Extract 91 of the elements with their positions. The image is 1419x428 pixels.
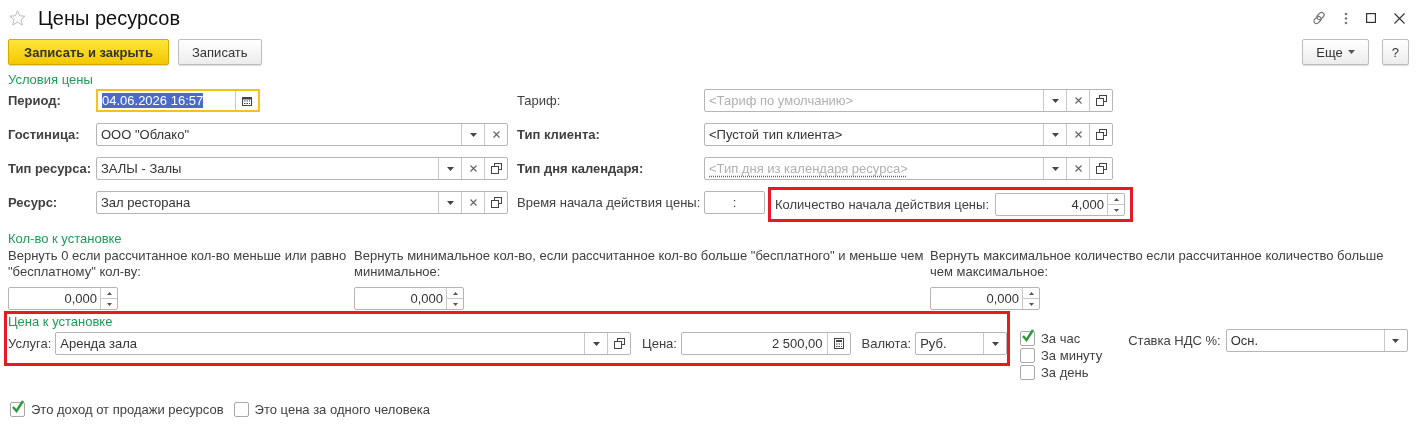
field-label: Гостиница: — [8, 127, 81, 142]
field-label: Услуга: — [8, 336, 52, 351]
close-icon — [1074, 165, 1082, 172]
select-field[interactable]: Аренда зала — [55, 332, 632, 355]
window-icon — [490, 197, 502, 208]
down-arrow-icon — [106, 302, 112, 306]
decrement-button[interactable] — [101, 298, 117, 309]
number-field[interactable]: 0,000 — [8, 287, 118, 310]
section-title: Условия цены — [8, 72, 94, 89]
up-arrow-icon — [1028, 291, 1034, 295]
time-field[interactable]: : — [704, 191, 765, 214]
window-icon — [613, 338, 625, 349]
field-label: Ресурс: — [8, 195, 59, 210]
section-title: Цена к установке — [8, 314, 114, 331]
maximize-icon[interactable] — [1366, 13, 1376, 23]
up-arrow-icon — [1113, 197, 1119, 201]
checkbox[interactable] — [1020, 331, 1035, 346]
caret-icon — [991, 341, 999, 346]
number-field[interactable]: 4,000 — [995, 193, 1125, 216]
field-label: Тип клиента: — [517, 127, 601, 142]
decrement-button[interactable] — [447, 298, 463, 309]
close-icon[interactable] — [1394, 12, 1405, 24]
field-label: Тип дня календаря: — [517, 161, 645, 176]
decrement-button[interactable] — [1023, 298, 1039, 309]
up-arrow-icon — [106, 291, 112, 295]
field-label: Вернуть максимальное количество если рассчитанное количество больше чем максимальное: — [930, 248, 1385, 281]
caret-icon — [592, 341, 600, 346]
save-close-button[interactable]: Записать и закрыть — [8, 39, 169, 65]
caret-icon — [1051, 166, 1059, 171]
select-field[interactable]: <Пустой тип клиента> — [704, 123, 1113, 146]
close-icon — [469, 165, 477, 172]
checkbox[interactable] — [1020, 348, 1035, 363]
field-label: Валюта: — [861, 336, 912, 351]
calculator-icon — [833, 338, 844, 349]
check-icon — [1021, 329, 1035, 343]
field-label: Вернуть 0 если рассчитанное кол-во меньше или равно "бесплатному" кол-ву: — [8, 248, 348, 281]
caret-icon — [1051, 98, 1059, 103]
down-arrow-icon — [1113, 208, 1119, 212]
field-label: Вернуть минимальное кол-во, если рассчитанное кол-во больше "бесплатного" и меньше чем минимальное: — [354, 248, 925, 281]
number-field[interactable]: 2 500,00 — [680, 332, 851, 355]
close-icon — [492, 131, 500, 138]
checkbox[interactable] — [233, 402, 249, 417]
more-button[interactable]: Еще — [1302, 39, 1369, 65]
field-label: Ставка НДС %: — [1128, 333, 1221, 348]
select-field[interactable]: ЗАЛЫ - Залы — [96, 157, 508, 180]
field-label: Время начала действия цены: — [517, 195, 702, 210]
section-title: Кол-во к установке — [8, 231, 123, 248]
window-icon — [490, 163, 502, 174]
number-field[interactable]: 0,000 — [354, 287, 464, 310]
select-field[interactable]: Осн. — [1225, 329, 1408, 352]
select-field[interactable]: ООО "Облако" — [96, 123, 508, 146]
close-icon — [1074, 97, 1082, 104]
close-icon — [1074, 131, 1082, 138]
caret-icon — [446, 166, 454, 171]
date-field[interactable]: 04.06.2026 16:57 — [96, 89, 260, 112]
field-label: Цена: — [642, 336, 677, 351]
up-arrow-icon — [452, 291, 458, 295]
window-icon — [1095, 129, 1107, 140]
star-icon[interactable] — [9, 10, 26, 26]
calendar-icon — [242, 95, 252, 106]
window-title: Цены ресурсов — [38, 6, 180, 30]
link-icon[interactable] — [1312, 11, 1326, 25]
field-label: Тип ресурса: — [8, 161, 93, 176]
checkbox-label: За час — [1041, 331, 1081, 346]
select-field[interactable]: Зал ресторана — [96, 191, 508, 214]
checkbox-label: Это доход от продажи ресурсов — [31, 402, 224, 417]
number-field[interactable]: 0,000 — [930, 287, 1040, 310]
checkbox-label: Это цена за одного человека — [254, 402, 430, 417]
caret-icon — [1051, 132, 1059, 137]
caret-icon — [446, 200, 454, 205]
down-arrow-icon — [452, 302, 458, 306]
checkbox[interactable] — [10, 402, 25, 417]
caret-icon — [1392, 338, 1400, 343]
caret-icon — [1347, 50, 1355, 54]
field-label: Количество начала действия цены: — [775, 197, 989, 212]
down-arrow-icon — [1028, 302, 1034, 306]
help-button[interactable]: ? — [1381, 39, 1409, 65]
window-icon — [1095, 95, 1107, 106]
caret-icon — [469, 132, 477, 137]
menu-icon[interactable] — [1344, 11, 1348, 25]
checkbox-label: За день — [1041, 365, 1089, 380]
checkbox[interactable] — [1020, 365, 1035, 380]
field-label: Тариф: — [517, 93, 562, 108]
decrement-button[interactable] — [1108, 204, 1124, 215]
check-icon — [11, 400, 25, 414]
save-button[interactable]: Записать — [178, 39, 262, 65]
select-field[interactable]: Руб. — [915, 332, 1007, 355]
field-label: Период: — [8, 93, 62, 108]
window-icon — [1095, 163, 1107, 174]
close-icon — [469, 199, 477, 206]
checkbox-label: За минуту — [1041, 348, 1103, 363]
